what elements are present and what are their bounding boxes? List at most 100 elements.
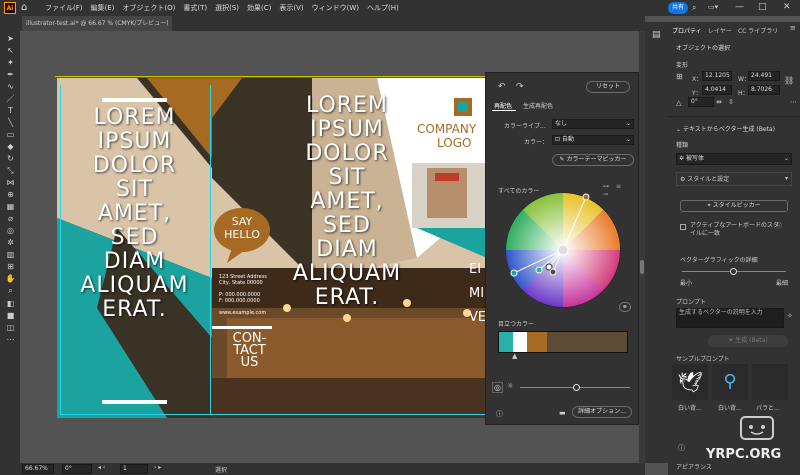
menu-effect[interactable]: 効果(C) <box>247 3 271 13</box>
artboard-nav-next-icon[interactable]: › ▸ <box>154 464 161 471</box>
info-icon[interactable]: ⓘ <box>678 443 685 453</box>
pen-tool-icon[interactable]: ✒ <box>5 70 16 79</box>
harmony-link-icon[interactable]: ⚭ <box>619 302 631 312</box>
shape-builder-tool-icon[interactable]: ⊕ <box>5 190 16 199</box>
redo-icon[interactable]: ↷ <box>516 82 524 92</box>
h-field[interactable]: 8.7026 <box>748 85 780 95</box>
draw-mode-icon[interactable]: ◫ <box>5 323 16 332</box>
width-tool-icon[interactable]: ⋈ <box>5 178 16 187</box>
menu-object[interactable]: オブジェクト(O) <box>122 3 175 13</box>
style-settings-dropdown[interactable]: ⚙ スタイルと設定 ▾ <box>676 172 792 186</box>
graph-tool-icon[interactable]: ▥ <box>5 250 16 259</box>
saturation-icon[interactable]: ◎ <box>492 382 503 393</box>
undo-icon[interactable]: ↶ <box>498 82 506 92</box>
rotate-tool-icon[interactable]: ↻ <box>5 154 16 163</box>
sample-thumbnail-bird[interactable]: 🕊 <box>672 364 708 400</box>
reference-point-icon[interactable]: ⊞ <box>676 72 683 81</box>
folder-icon[interactable]: ▬ <box>559 409 566 417</box>
w-field[interactable]: 24.491 <box>748 71 780 81</box>
advanced-options-button[interactable]: 詳細オプション... <box>572 406 632 418</box>
scrollbar-thumb[interactable] <box>640 260 644 274</box>
panel-menu-icon[interactable]: ≡ <box>790 24 796 32</box>
paintbrush-tool-icon[interactable]: ／ <box>5 94 16 103</box>
color-theme-picker-button[interactable]: ✎ カラーテーマピッカー <box>552 154 634 166</box>
info-icon[interactable]: ⓘ <box>776 221 782 230</box>
info-icon[interactable]: ⓘ <box>496 409 503 419</box>
prominent-swatch-teal[interactable] <box>499 332 513 352</box>
workspace-icon[interactable]: ▭▾ <box>708 3 718 11</box>
sample-thumbnail-rose[interactable] <box>752 364 788 400</box>
direct-selection-tool-icon[interactable]: ↖ <box>5 46 16 55</box>
menu-window[interactable]: ウィンドウ(W) <box>312 3 359 13</box>
rectangle-tool-icon[interactable]: ▭ <box>5 130 16 139</box>
eraser-tool-icon[interactable]: ◆ <box>5 142 16 151</box>
comments-icon[interactable]: ▤ <box>652 30 661 40</box>
maximize-icon[interactable]: □ <box>758 2 767 12</box>
brightness-slider-thumb[interactable] <box>573 384 580 391</box>
flip-vertical-icon[interactable]: ⇳ <box>728 98 734 106</box>
magic-wand-tool-icon[interactable]: ✦ <box>5 58 16 67</box>
color-wheel[interactable] <box>504 191 622 309</box>
menu-edit[interactable]: 編集(E) <box>91 3 115 13</box>
style-picker-button[interactable]: ⌖ スタイルピッカー <box>680 200 788 212</box>
curvature-tool-icon[interactable]: ∿ <box>5 82 16 91</box>
artboard-tool-icon[interactable]: ⊞ <box>5 262 16 271</box>
scale-tool-icon[interactable]: ⤡ <box>5 166 16 175</box>
bars-view-icon[interactable]: ≡ <box>616 183 621 190</box>
swatch-slider-handle[interactable]: ▲ <box>512 352 517 360</box>
zoom-select[interactable]: 66.67% <box>22 464 54 474</box>
close-icon[interactable]: ✕ <box>783 2 791 12</box>
zoom-tool-icon[interactable]: ⌕ <box>5 286 16 295</box>
more-options-icon[interactable]: ⋯ <box>790 98 797 106</box>
text-to-vector-title[interactable]: ⌄ テキストからベクター生成 (Beta) <box>676 124 775 133</box>
tab-generative-recolor[interactable]: 生成再配色 <box>523 101 553 110</box>
eyedropper-tool-icon[interactable]: ⌀ <box>5 214 16 223</box>
x-field[interactable]: 12.1205 <box>702 71 732 81</box>
share-button[interactable]: 共有 <box>668 2 688 14</box>
reset-button[interactable]: リセット <box>586 81 630 93</box>
home-icon[interactable]: ⌂ <box>21 2 33 14</box>
generate-button[interactable]: ✦ 生成 (Beta) <box>708 335 788 347</box>
color-library-select[interactable]: なし ⌄ <box>552 119 634 129</box>
menu-type[interactable]: 書式(T) <box>183 3 207 13</box>
prominent-swatch-brown[interactable] <box>527 332 547 352</box>
prominent-swatch-white[interactable] <box>513 332 527 352</box>
wheel-view-icon[interactable]: ⊶ <box>603 183 609 190</box>
search-icon[interactable]: ⌕ <box>692 3 696 13</box>
type-tool-icon[interactable]: T <box>5 106 16 115</box>
brightness-icon[interactable]: ☼ <box>507 382 513 390</box>
match-artboard-checkbox[interactable] <box>680 224 686 230</box>
detail-slider-thumb[interactable] <box>730 268 737 275</box>
menu-file[interactable]: ファイル(F) <box>45 3 83 13</box>
blend-tool-icon[interactable]: ◎ <box>5 226 16 235</box>
hand-tool-icon[interactable]: ✋ <box>5 274 16 283</box>
rotate-icon[interactable]: △ <box>676 99 681 107</box>
color-count-select[interactable]: ⊡ 自動 ⌄ <box>552 135 634 145</box>
prominent-colors-bar[interactable] <box>498 331 628 353</box>
suggestion-icon[interactable]: ✧ <box>787 312 793 320</box>
rotation-select[interactable]: 0° <box>62 464 92 474</box>
tab-cc-libraries[interactable]: CC ライブラリ <box>738 26 778 35</box>
menu-select[interactable]: 選択(S) <box>215 3 239 13</box>
tab-properties[interactable]: プロパティ <box>672 26 702 35</box>
y-field[interactable]: 4.0414 <box>702 85 732 95</box>
edit-toolbar-icon[interactable]: ⋯ <box>5 335 16 344</box>
type-select[interactable]: ✲ 被写体 ⌄ <box>676 153 792 165</box>
fill-stroke-icon[interactable]: ◧ <box>5 299 16 308</box>
artboard-nav-icon[interactable]: ◂ ‹ <box>98 464 105 471</box>
constrain-proportions-icon[interactable]: ⛓ <box>784 76 794 85</box>
symbol-sprayer-tool-icon[interactable]: ✲ <box>5 238 16 247</box>
prompt-input[interactable]: 生成するベクターの説明を入力 <box>676 308 784 328</box>
menu-help[interactable]: ヘルプ(H) <box>367 3 399 13</box>
line-tool-icon[interactable]: ╲ <box>5 118 16 127</box>
angle-field[interactable]: 0° <box>688 97 714 107</box>
document-tab[interactable]: illustrator-test.ai* @ 66.67 % (CMYK/プレビ… <box>22 16 172 31</box>
menu-view[interactable]: 表示(V) <box>279 3 303 13</box>
selection-tool-icon[interactable]: ➤ <box>5 34 16 43</box>
prominent-swatch-dark[interactable] <box>547 332 627 352</box>
minimize-icon[interactable]: — <box>735 2 744 12</box>
artboard-number[interactable]: 1 <box>120 464 148 474</box>
flip-horizontal-icon[interactable]: ⇹ <box>716 98 722 106</box>
tab-layers[interactable]: レイヤー <box>708 26 732 35</box>
sample-thumbnail-bicycle[interactable]: ⚲ <box>712 364 748 400</box>
